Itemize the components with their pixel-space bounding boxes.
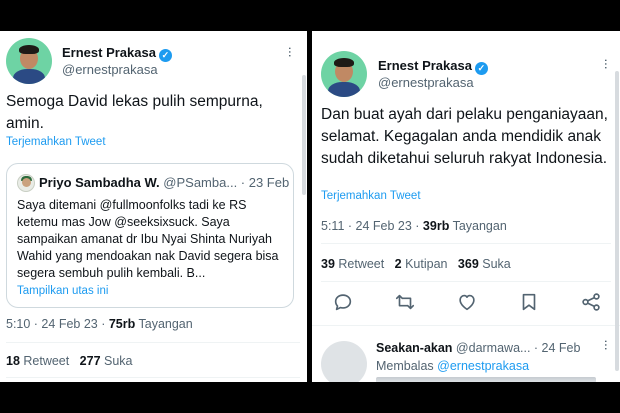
reply-text-cropped — [376, 377, 596, 382]
quoted-tweet[interactable]: Priyo Sambadha W. @PSamba... · 23 Feb Sa… — [6, 163, 294, 308]
left-tweet-panel: Ernest Prakasa ✓ @ernestprakasa ··· Semog… — [0, 31, 307, 382]
more-icon[interactable]: ··· — [599, 339, 615, 350]
verified-icon: ✓ — [474, 62, 488, 75]
translate-link[interactable]: Terjemahkan Tweet — [321, 190, 421, 202]
quote-count[interactable]: 2 — [395, 257, 402, 271]
like-icon[interactable] — [456, 291, 478, 313]
author-name[interactable]: Ernest Prakasa ✓ — [62, 45, 172, 62]
quoted-author: Priyo Sambadha W. @PSamba... · 23 Feb — [39, 175, 290, 190]
quoted-author-avatar — [17, 174, 35, 192]
reply-avatar[interactable] — [321, 341, 367, 382]
more-icon[interactable]: ··· — [599, 58, 615, 69]
reply-icon[interactable] — [332, 291, 354, 313]
replying-to-handle[interactable]: @ernestprakasa — [437, 359, 529, 373]
bookmark-icon[interactable] — [518, 291, 540, 313]
tweet-stats: 18 Retweet 277 Suka — [6, 354, 133, 368]
scrollbar[interactable] — [302, 75, 306, 195]
show-thread-link[interactable]: Tampilkan utas ini — [17, 285, 108, 297]
tweet-timestamp: 5:10 · 24 Feb 23 · 75rb Tayangan — [6, 317, 193, 331]
tweet-stats: 39 Retweet 2 Kutipan 369 Suka — [321, 257, 511, 271]
author-handle[interactable]: @ernestprakasa — [378, 75, 474, 90]
tweet-text: Semoga David lekas pulih sempurna, amin. — [6, 93, 263, 132]
retweet-count[interactable]: 18 — [6, 354, 20, 368]
author-avatar[interactable] — [321, 51, 367, 97]
reply-author[interactable]: Seakan-akan @darmawa... · 24 Feb — [376, 341, 580, 355]
action-bar — [312, 289, 620, 319]
author-avatar[interactable] — [6, 38, 52, 84]
translate-link[interactable]: Terjemahkan Tweet — [6, 136, 106, 148]
verified-icon: ✓ — [158, 49, 172, 62]
scrollbar[interactable] — [615, 71, 619, 371]
quoted-text: Saya ditemani @fullmoonfolks tadi ke RS … — [17, 198, 279, 280]
like-count[interactable]: 277 — [80, 354, 101, 368]
author-handle[interactable]: @ernestprakasa — [62, 62, 158, 77]
more-icon[interactable]: ··· — [283, 46, 299, 57]
share-icon[interactable] — [580, 291, 602, 313]
tweet-text: Dan buat ayah dari pelaku penganiayaan, … — [321, 106, 608, 167]
retweet-count[interactable]: 39 — [321, 257, 335, 271]
replying-to: Membalas @ernestprakasa — [376, 359, 530, 373]
tweet-timestamp: 5:11 · 24 Feb 23 · 39rb Tayangan — [321, 219, 507, 233]
retweet-icon[interactable] — [394, 291, 416, 313]
like-count[interactable]: 369 — [458, 257, 479, 271]
right-tweet-panel: Ernest Prakasa ✓ @ernestprakasa ··· Dan b… — [312, 31, 620, 382]
author-name[interactable]: Ernest Prakasa ✓ — [378, 58, 488, 75]
